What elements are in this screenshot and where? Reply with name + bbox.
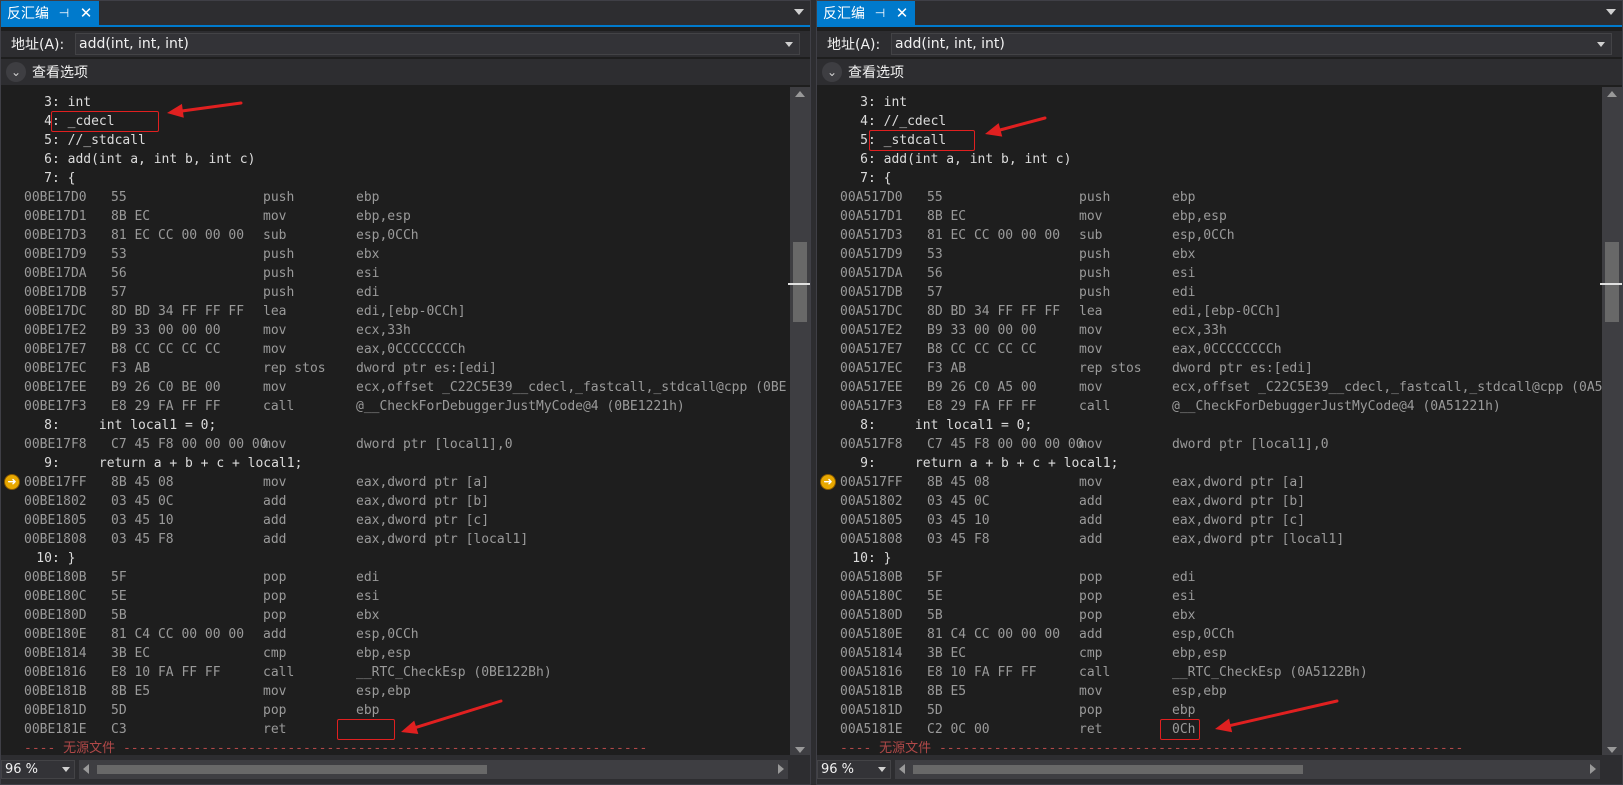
vertical-scroll-thumb[interactable] [793,242,807,322]
annotation-arrow-calling-convention [167,101,243,118]
zoom-combobox[interactable]: 96 % [1,760,75,779]
status-bar: 96 % [1,755,810,784]
vertical-scrollbar[interactable] [788,87,810,757]
horizontal-scroll-thumb[interactable] [97,765,487,774]
scroll-left-arrow-icon[interactable] [899,764,905,774]
status-bar: 96 % [817,755,1622,784]
annotation-overlay [985,116,1339,733]
disassembly-pane-left: 反汇编 ⊣ ✕ 地址(A): add(int, int, int) ⌄ 查看选项 3: in… [0,0,811,785]
chevron-down-icon[interactable] [878,767,886,772]
scroll-up-arrow-icon[interactable] [1607,91,1617,97]
scroll-up-arrow-icon[interactable] [795,91,805,97]
scroll-down-arrow-icon[interactable] [795,747,805,753]
scroll-left-arrow-icon[interactable] [83,764,89,774]
chevron-down-icon[interactable] [62,767,70,772]
zoom-value[interactable]: 96 % [821,762,854,777]
vertical-scrollbar[interactable] [1600,87,1622,757]
scroll-down-arrow-icon[interactable] [1607,747,1617,753]
horizontal-scrollbar[interactable] [895,760,1600,779]
horizontal-scrollbar[interactable] [79,760,788,779]
scroll-right-arrow-icon[interactable] [778,764,784,774]
zoom-combobox[interactable]: 96 % [817,760,891,779]
scroll-right-arrow-icon[interactable] [1590,764,1596,774]
horizontal-scroll-thumb[interactable] [913,765,1303,774]
annotation-arrow-calling-convention [985,116,1047,137]
annotation-overlay [167,101,503,734]
vertical-scroll-thumb[interactable] [1605,242,1619,322]
annotation-arrow-ret [401,699,503,734]
scroll-position-marker [788,283,810,285]
scroll-position-marker [1600,283,1622,285]
zoom-value[interactable]: 96 % [5,762,38,777]
annotation-arrow-ret [1215,699,1339,733]
disassembly-pane-right: 反汇编 ⊣ ✕ 地址(A): add(int, int, int) ⌄ 查看选项 3: in… [816,0,1623,785]
